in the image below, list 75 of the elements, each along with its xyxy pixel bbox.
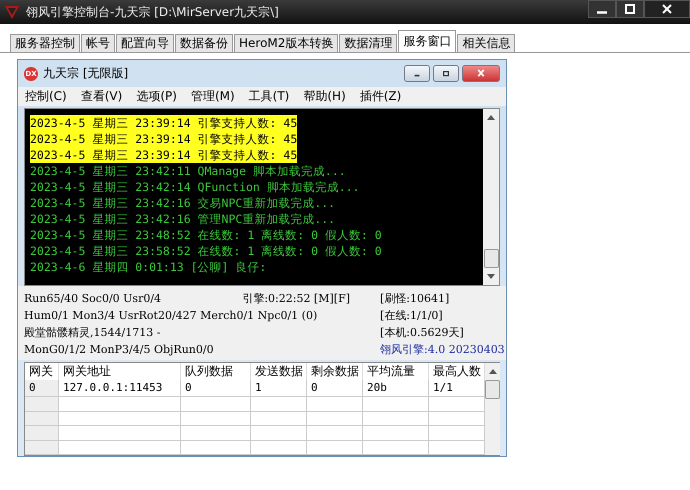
table-cell: 1: [251, 380, 307, 397]
empty-table-cell: [181, 397, 251, 412]
status-text: [本机:0.5629天]: [380, 325, 465, 340]
menu-item[interactable]: 选项(P): [133, 87, 180, 106]
status-text: 殿堂骷髅精灵,1544/1713 -: [24, 325, 160, 340]
table-cell: 0: [307, 380, 363, 397]
menu-item[interactable]: 插件(Z): [356, 87, 404, 106]
window-title: 九天宗 [无限版]: [43, 65, 128, 82]
log-line: 2023-4-6 星期四 0:01:13 [公聊] 良仔:: [30, 258, 266, 275]
close-icon: [662, 4, 672, 14]
empty-table-cell: [251, 412, 307, 426]
log-line: 2023-4-5 星期三 23:48:52 在线数: 1 离线数: 0 假人数: 0: [30, 226, 382, 243]
tab[interactable]: 相关信息: [457, 34, 516, 52]
scroll-up-icon[interactable]: [487, 114, 495, 120]
log-line: 2023-4-5 星期三 23:58:52 在线数: 1 离线数: 0 假人数: 0: [30, 242, 382, 259]
scroll-up-icon[interactable]: [488, 369, 496, 374]
menu-item[interactable]: 查看(V): [78, 87, 126, 106]
menu-item[interactable]: 帮助(H): [300, 87, 349, 106]
shield-logo-icon: [4, 4, 20, 20]
empty-table-cell: [251, 440, 307, 455]
empty-table-cell: [25, 412, 59, 426]
menu-item[interactable]: 管理(M): [188, 87, 238, 106]
maximize-button[interactable]: [433, 65, 459, 82]
tab[interactable]: 数据备份: [175, 34, 233, 52]
close-icon: [476, 69, 486, 78]
empty-table-cell: [181, 412, 251, 426]
table-cell: 20b: [363, 380, 429, 397]
log-line: 2023-4-5 星期三 23:42:11 QManage 脚本加载完成...: [30, 162, 346, 179]
tab[interactable]: 数据清理: [339, 34, 398, 52]
scroll-thumb[interactable]: [485, 380, 500, 399]
status-text: 引擎:0:22:52 [M][F]: [242, 291, 350, 306]
tab[interactable]: 配置向导: [116, 34, 174, 52]
minimize-button[interactable]: [588, 0, 616, 18]
status-text: MonG0/1/2 MonP3/4/5 ObjRun0/0: [24, 343, 214, 356]
minimize-icon: [597, 10, 607, 14]
tab[interactable]: 服务器控制: [10, 34, 80, 52]
status-text: Hum0/1 Mon3/4 UsrRot20/427 Merch0/1 Npc0/1 (0): [24, 309, 318, 322]
log-line: 2023-4-5 星期三 23:42:16 管理NPC重新加载完成...: [30, 210, 336, 227]
scrollbar[interactable]: [485, 363, 500, 455]
empty-table-cell: [307, 440, 363, 455]
empty-table-cell: [363, 397, 429, 412]
empty-table-cell: [25, 426, 59, 440]
empty-table-cell: [363, 440, 429, 455]
empty-table-cell: [181, 426, 251, 440]
status-text: [刷怪:10641]: [380, 291, 450, 306]
empty-table-cell: [363, 426, 429, 440]
empty-table-cell: [25, 440, 59, 455]
window-title: 翎风引擎控制台-九天宗 [D:\MirServer九天宗\]: [26, 4, 279, 20]
empty-table-cell: [251, 426, 307, 440]
empty-table-cell: [363, 412, 429, 426]
empty-table-cell: [307, 397, 363, 412]
menu-item[interactable]: 工具(T): [246, 87, 292, 106]
maximize-button[interactable]: [616, 0, 644, 18]
empty-table-cell: [251, 397, 307, 412]
empty-table-cell: [307, 412, 363, 426]
table-cell: 0: [181, 380, 251, 397]
table-cell: 127.0.0.1:11453: [59, 380, 181, 397]
empty-table-cell: [25, 397, 59, 412]
log-line: 2023-4-5 星期三 23:42:14 QFunction 脚本加载完成...: [30, 178, 360, 195]
menu-item[interactable]: 控制(C): [22, 87, 70, 106]
scrollbar[interactable]: [483, 108, 499, 285]
maximize-icon: [625, 4, 635, 14]
tab[interactable]: 服务窗口: [398, 30, 456, 52]
status-text: [在线:1/1/0]: [380, 308, 444, 323]
status-text: Run65/40 Soc0/0 Usr0/4: [24, 292, 162, 305]
scroll-thumb[interactable]: [484, 249, 498, 268]
tab[interactable]: 帐号: [81, 34, 115, 52]
log-line: 2023-4-5 星期三 23:42:16 交易NPC重新加载完成...: [30, 194, 336, 211]
tab[interactable]: HeroM2版本转换: [234, 34, 338, 52]
table-cell: 0: [25, 380, 59, 397]
scroll-down-icon[interactable]: [487, 274, 495, 279]
empty-table-cell: [307, 426, 363, 440]
empty-table-cell: [181, 440, 251, 455]
close-button[interactable]: [644, 0, 690, 18]
maximize-icon: [441, 70, 451, 78]
